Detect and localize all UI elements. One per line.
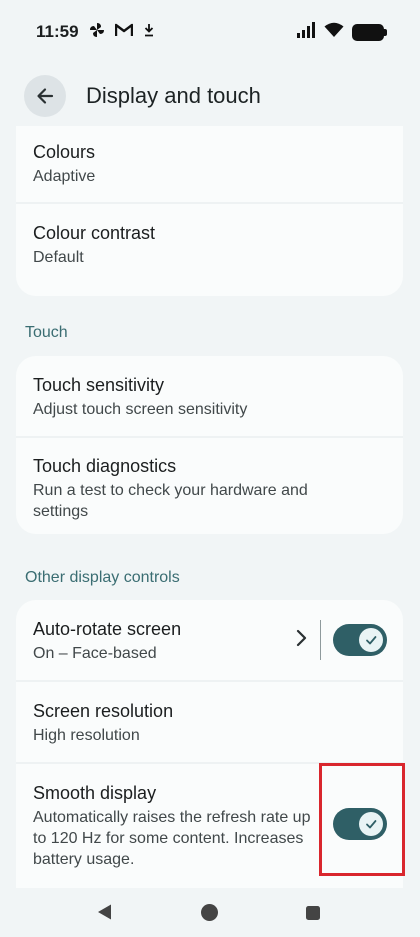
colour-contrast-subtitle: Default xyxy=(33,249,84,266)
status-bar: 11:59 xyxy=(0,0,420,64)
touch-sensitivity-subtitle: Adjust touch screen sensitivity xyxy=(33,401,248,418)
back-triangle-icon[interactable] xyxy=(96,903,114,926)
display-card: Colours Adaptive Colour contrast Default xyxy=(16,126,403,296)
check-icon xyxy=(366,636,377,645)
status-time: 11:59 xyxy=(36,22,79,41)
auto-rotate-toggle[interactable] xyxy=(333,624,387,656)
download-icon xyxy=(143,23,155,41)
battery-icon xyxy=(352,23,387,41)
arrow-back-icon xyxy=(37,88,54,104)
touch-sensitivity-item[interactable]: Touch sensitivity Adjust touch screen se… xyxy=(16,356,403,436)
touch-section-header: Touch xyxy=(25,324,68,341)
touch-diagnostics-title: Touch diagnostics xyxy=(33,456,177,476)
auto-rotate-item[interactable]: Auto-rotate screen On – Face-based xyxy=(16,600,403,680)
touch-sensitivity-title: Touch sensitivity xyxy=(33,375,165,395)
smooth-display-subtitle: Automatically raises the refresh rate up… xyxy=(33,809,311,868)
colour-contrast-item[interactable]: Colour contrast Default xyxy=(16,204,403,296)
recents-square-icon[interactable] xyxy=(305,905,321,926)
signal-icon xyxy=(296,21,316,43)
colour-contrast-title: Colour contrast xyxy=(33,223,156,243)
colours-title: Colours xyxy=(33,142,96,162)
home-circle-icon[interactable] xyxy=(200,903,219,927)
touch-card: Touch sensitivity Adjust touch screen se… xyxy=(16,356,403,534)
navigation-bar xyxy=(0,888,420,937)
vertical-divider xyxy=(320,620,321,660)
colours-subtitle: Adaptive xyxy=(33,168,96,185)
auto-rotate-title: Auto-rotate screen xyxy=(33,619,182,639)
touch-diagnostics-subtitle: Run a test to check your hardware and se… xyxy=(33,482,308,520)
wifi-icon xyxy=(324,22,344,43)
screen-resolution-item[interactable]: Screen resolution High resolution xyxy=(16,682,403,762)
back-button[interactable] xyxy=(24,75,66,117)
screen-resolution-title: Screen resolution xyxy=(33,701,174,721)
smooth-display-title: Smooth display xyxy=(33,783,157,803)
auto-rotate-subtitle: On – Face-based xyxy=(33,645,157,662)
other-controls-section-header: Other display controls xyxy=(25,569,180,586)
colours-item[interactable]: Colours Adaptive xyxy=(16,126,403,202)
page-title: Display and touch xyxy=(86,83,261,108)
gmail-icon xyxy=(114,23,133,41)
chevron-right-icon[interactable] xyxy=(295,629,307,652)
screen-resolution-subtitle: High resolution xyxy=(33,727,140,744)
touch-diagnostics-item[interactable]: Touch diagnostics Run a test to check yo… xyxy=(16,438,403,534)
highlight-box xyxy=(319,763,405,876)
app-bar: Display and touch xyxy=(0,70,420,124)
pinwheel-icon xyxy=(89,22,105,42)
